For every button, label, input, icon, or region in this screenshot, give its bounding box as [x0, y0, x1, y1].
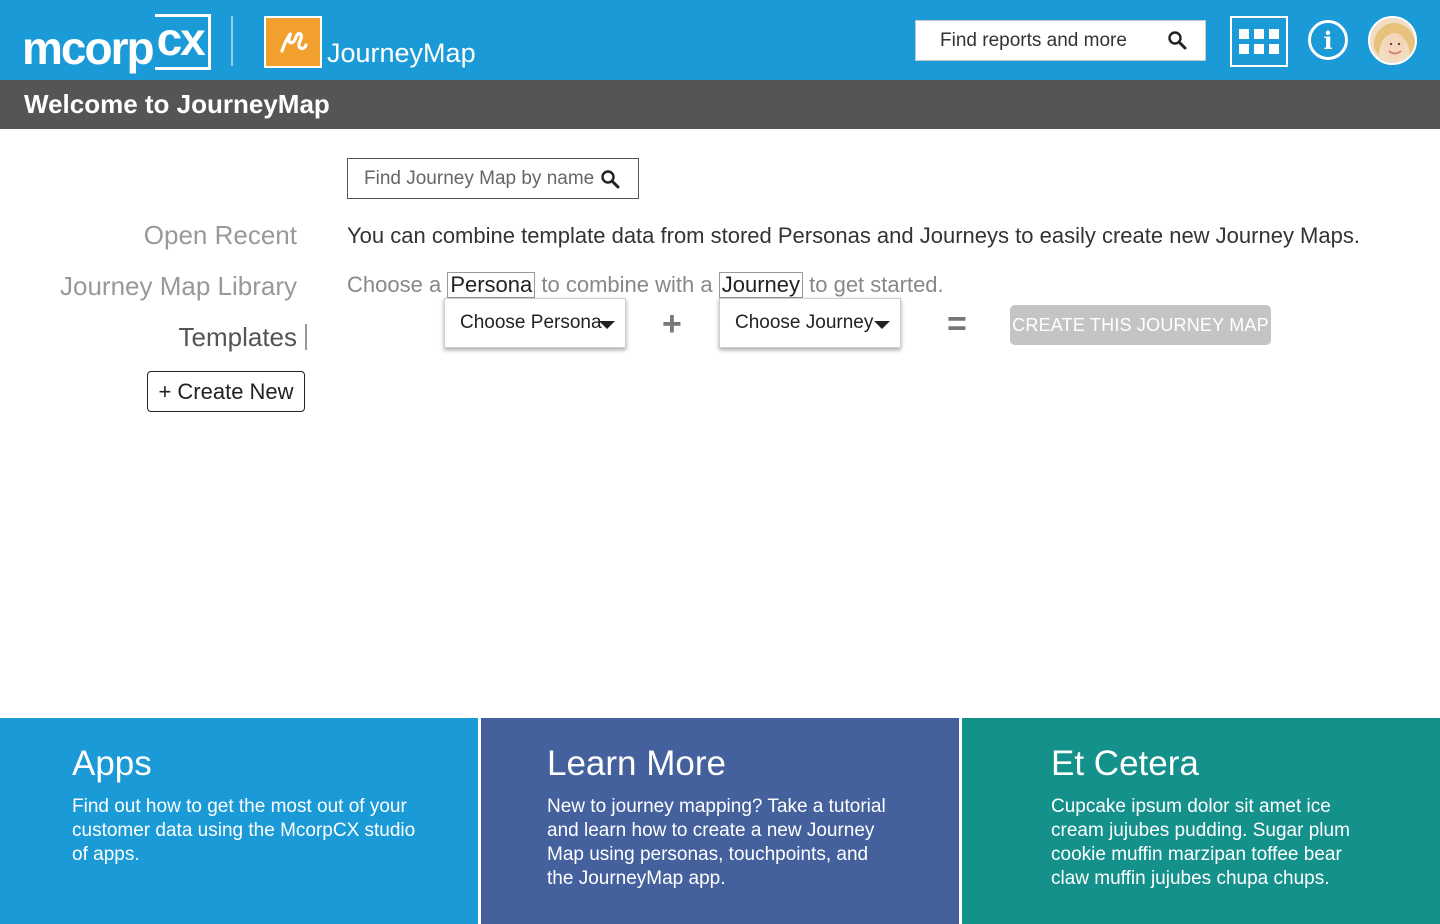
et-cetera-panel[interactable]: Et Cetera Cupcake ipsum dolor sit amet i… [962, 718, 1440, 924]
header-divider [231, 16, 233, 66]
create-journey-map-button[interactable]: CREATE THIS JOURNEY MAP [1010, 305, 1271, 345]
panel-text: Find out how to get the most out of your… [72, 796, 416, 865]
logo-wordmark: mcorp [22, 22, 155, 74]
avatar-portrait [1370, 18, 1415, 63]
learn-more-panel[interactable]: Learn More New to journey mapping? Take … [481, 718, 959, 924]
plus-icon: + [662, 305, 682, 343]
app-grid-icon[interactable] [1230, 16, 1288, 67]
journey-dropdown[interactable]: Choose Journey [719, 298, 901, 348]
journey-dropdown-label: Choose Journey [735, 312, 874, 333]
sidebar-item-templates[interactable]: Templates [179, 322, 308, 353]
sidebar-item-journey-map-library[interactable]: Journey Map Library [60, 271, 297, 302]
journeymap-app-icon[interactable] [264, 16, 322, 68]
apps-panel[interactable]: Apps Find out how to get the most out of… [0, 718, 478, 924]
app-name: JourneyMap [327, 38, 476, 68]
top-bar: mcorpcx JourneyMap i [0, 0, 1440, 80]
info-icon[interactable]: i [1308, 20, 1348, 60]
welcome-bar: Welcome to JourneyMap [0, 80, 1440, 129]
logo-cx-mark: cx [154, 14, 211, 70]
persona-chip: Persona [447, 272, 536, 298]
mcorpcx-logo[interactable]: mcorp cx [22, 14, 211, 74]
persona-dropdown[interactable]: Choose Persona [444, 298, 626, 348]
panel-text: Cupcake ipsum dolor sit amet ice cream j… [1051, 796, 1350, 889]
started-text: to get started. [809, 272, 944, 297]
sidebar-item-label: Templates [178, 322, 298, 352]
panel-text: New to journey mapping? Take a tutorial … [547, 796, 886, 889]
choose-prefix: Choose a [347, 272, 442, 297]
panel-title: Apps [72, 744, 152, 783]
chevron-down-icon [874, 321, 890, 329]
journey-map-search[interactable] [347, 158, 639, 199]
persona-dropdown-label: Choose Persona [460, 312, 602, 333]
sidebar-item-open-recent[interactable]: Open Recent [144, 220, 297, 251]
global-search[interactable] [915, 20, 1206, 61]
journey-chip: Journey [718, 272, 803, 298]
instructions-line: Choose a Persona to combine with a Journ… [347, 272, 944, 298]
journeymap-squiggle-icon [280, 31, 308, 53]
create-new-button[interactable]: + Create New [147, 371, 305, 412]
equals-icon: = [947, 305, 967, 343]
search-icon[interactable] [1167, 30, 1187, 55]
panel-title: Et Cetera [1051, 744, 1199, 783]
global-search-input[interactable] [940, 29, 1160, 52]
chevron-down-icon [599, 321, 615, 329]
user-avatar[interactable] [1368, 16, 1417, 65]
combine-text: to combine with a [541, 272, 713, 297]
panel-title: Learn More [547, 744, 726, 783]
intro-text: You can combine template data from store… [347, 223, 1360, 248]
search-icon[interactable] [600, 169, 620, 194]
journey-map-search-input[interactable] [364, 167, 599, 190]
page-title: Welcome to JourneyMap [24, 89, 330, 119]
